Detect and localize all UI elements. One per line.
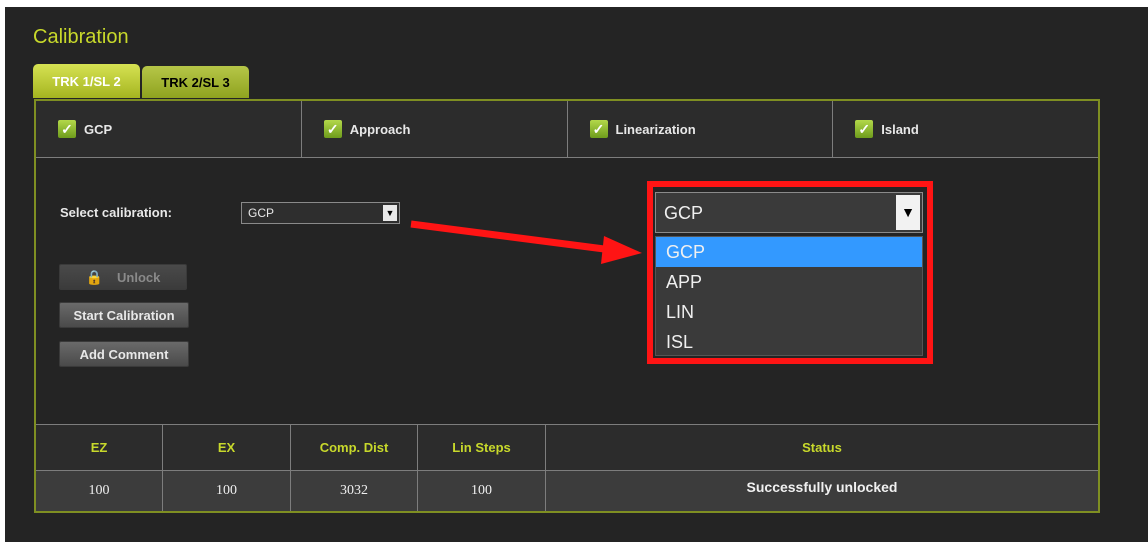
calibration-select-expanded[interactable]: GCP ▼ [655, 192, 923, 233]
calibration-dropdown-list: GCP APP LIN ISL [655, 236, 923, 356]
dropdown-option-isl[interactable]: ISL [656, 327, 922, 357]
arrow-head [601, 236, 642, 264]
annotation-arrow [410, 220, 642, 264]
dropdown-option-lin[interactable]: LIN [656, 297, 922, 327]
select-value: GCP [664, 203, 704, 223]
arrow-shaft [410, 220, 613, 254]
dropdown-option-app[interactable]: APP [656, 267, 922, 297]
chevron-down-icon[interactable]: ▼ [896, 195, 920, 230]
dropdown-option-gcp[interactable]: GCP [656, 237, 922, 267]
